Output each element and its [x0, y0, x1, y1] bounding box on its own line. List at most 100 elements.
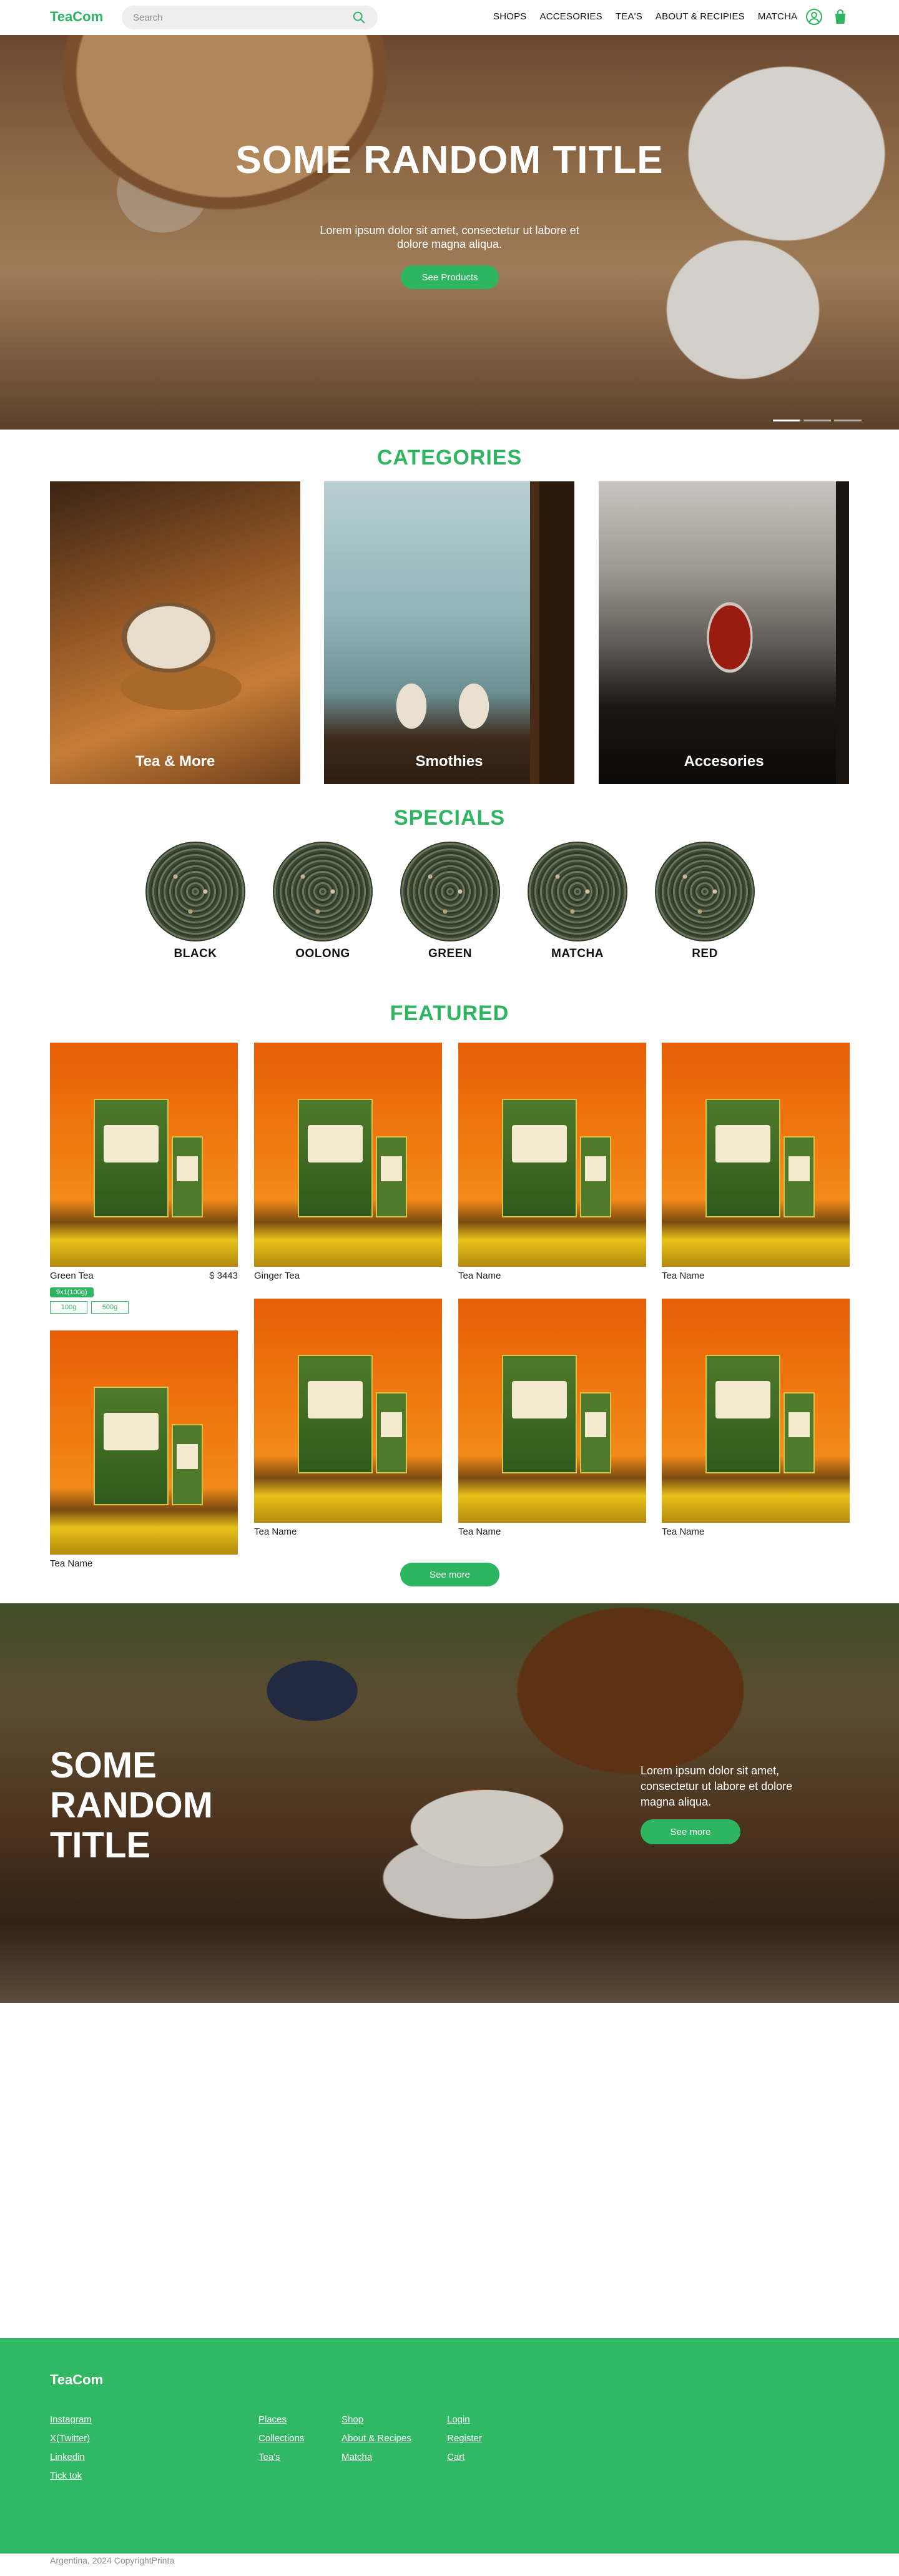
menu-item-matcha[interactable]: MATCHA — [758, 11, 797, 22]
special-item-red[interactable]: RED — [655, 842, 755, 961]
slider-indicators — [773, 420, 862, 421]
size-option-100g[interactable]: 100g — [50, 1301, 87, 1314]
menu-item-shops[interactable]: SHOPS — [493, 11, 527, 22]
product-image[interactable] — [50, 1043, 238, 1267]
hero-banner: SOME RANDOM TITLE Lorem ipsum dolor sit … — [0, 35, 899, 430]
categories-title: CATEGORIES — [376, 446, 523, 469]
special-image — [145, 842, 245, 941]
product-card[interactable]: Tea Name — [254, 1299, 442, 1537]
menu-item-accesories[interactable]: ACCESORIES — [540, 11, 602, 22]
cart-icon[interactable] — [832, 8, 849, 26]
product-name: Tea Name — [458, 1526, 501, 1537]
special-label: GREEN — [428, 947, 473, 960]
product-card[interactable]: Tea Name — [458, 1043, 646, 1281]
product-price: $ 3443 — [209, 1271, 238, 1281]
see-more-button[interactable]: See more — [400, 1563, 499, 1586]
product-name: Tea Name — [50, 1558, 93, 1569]
footer-link-instagram[interactable]: Instagram — [50, 2414, 92, 2425]
product-info: Tea Name — [662, 1526, 850, 1537]
logo[interactable]: TeaCom — [50, 9, 103, 25]
copyright-text: Argentina, 2024 CopyrightPrinta — [50, 2555, 175, 2565]
footer-social-links: Instagram X(Twitter) Linkedin Tick tok — [50, 2414, 92, 2481]
see-products-button[interactable]: See Products — [401, 265, 499, 289]
banner-see-more-button[interactable]: See more — [641, 1819, 740, 1844]
search-icon[interactable] — [351, 10, 366, 25]
product-image[interactable] — [662, 1043, 850, 1267]
product-card[interactable]: Tea Name — [458, 1299, 646, 1537]
product-card[interactable]: Green Tea $ 3443 9x1(100g) 100g 500g — [50, 1043, 238, 1314]
product-name: Tea Name — [662, 1271, 705, 1281]
menu-item-about-recipies[interactable]: ABOUT & RECIPIES — [656, 11, 745, 22]
main-menu: SHOPS ACCESORIES TEA'S ABOUT & RECIPIES … — [493, 11, 810, 22]
product-image[interactable] — [254, 1043, 442, 1267]
special-image — [400, 842, 500, 941]
special-image — [528, 842, 627, 941]
product-info: Tea Name — [458, 1526, 646, 1537]
search-bar — [122, 6, 378, 29]
footer-link-collections[interactable]: Collections — [258, 2433, 304, 2444]
category-card-smothies[interactable]: Smothies — [324, 481, 574, 784]
category-label: Smothies — [415, 753, 483, 770]
product-image[interactable] — [458, 1299, 646, 1523]
category-card-accesories[interactable]: Accesories — [599, 481, 849, 784]
menu-item-teas[interactable]: TEA'S — [616, 11, 642, 22]
special-label: OOLONG — [295, 947, 350, 960]
footer: TeaCom Instagram X(Twitter) Linkedin Tic… — [0, 2338, 899, 2554]
product-card[interactable]: Tea Name — [662, 1043, 850, 1281]
footer-logo[interactable]: TeaCom — [50, 2372, 103, 2388]
hero-subtitle-text: Lorem ipsum dolor sit amet, consectetur … — [320, 224, 579, 250]
product-card[interactable]: Tea Name — [662, 1299, 850, 1537]
special-label: MATCHA — [551, 947, 604, 960]
slider-dot-3[interactable] — [834, 420, 862, 421]
product-image[interactable] — [254, 1299, 442, 1523]
category-card-tea-more[interactable]: Tea & More — [50, 481, 300, 784]
specials-title: SPECIALS — [393, 806, 506, 830]
promo-banner: SOME RANDOM TITLE Lorem ipsum dolor sit … — [0, 1603, 899, 2003]
product-image[interactable] — [50, 1330, 238, 1555]
category-label: Accesories — [684, 753, 764, 770]
product-info: Tea Name — [254, 1526, 442, 1537]
product-info: Tea Name — [458, 1271, 646, 1281]
product-name: Tea Name — [662, 1526, 705, 1537]
product-image[interactable] — [662, 1299, 850, 1523]
special-label: BLACK — [174, 947, 217, 960]
footer-link-twitter[interactable]: X(Twitter) — [50, 2433, 92, 2444]
footer-link-cart[interactable]: Cart — [447, 2452, 482, 2462]
footer-link-matcha[interactable]: Matcha — [341, 2452, 411, 2462]
footer-account-links: Login Register Cart — [447, 2414, 482, 2462]
footer-link-register[interactable]: Register — [447, 2433, 482, 2444]
footer-link-shop[interactable]: Shop — [341, 2414, 411, 2425]
footer-link-teas[interactable]: Tea's — [258, 2452, 304, 2462]
product-info: Green Tea $ 3443 — [50, 1271, 238, 1281]
size-option-500g[interactable]: 500g — [91, 1301, 129, 1314]
product-name: Tea Name — [458, 1271, 501, 1281]
size-options: 100g 500g — [50, 1301, 238, 1314]
special-item-green[interactable]: GREEN — [400, 842, 500, 961]
product-image[interactable] — [458, 1043, 646, 1267]
special-label: RED — [692, 947, 718, 960]
product-card[interactable]: Ginger Tea — [254, 1043, 442, 1281]
product-name: Tea Name — [254, 1526, 297, 1537]
special-item-black[interactable]: BLACK — [145, 842, 245, 961]
product-name: Green Tea — [50, 1271, 94, 1281]
special-image — [273, 842, 373, 941]
top-nav: TeaCom SHOPS ACCESORIES TEA'S ABOUT & RE… — [0, 0, 899, 35]
featured-title: FEATURED — [390, 1001, 509, 1025]
special-item-oolong[interactable]: OOLONG — [273, 842, 373, 961]
product-card[interactable]: Tea Name — [50, 1330, 238, 1569]
search-input[interactable] — [133, 12, 351, 23]
footer-link-places[interactable]: Places — [258, 2414, 304, 2425]
special-item-matcha[interactable]: MATCHA — [528, 842, 627, 961]
footer-link-about-recipes[interactable]: About & Recipes — [341, 2433, 411, 2444]
special-image — [655, 842, 755, 941]
slider-dot-2[interactable] — [803, 420, 831, 421]
footer-link-linkedin[interactable]: Linkedin — [50, 2452, 92, 2462]
nav-icons — [805, 8, 849, 26]
slider-dot-1[interactable] — [773, 420, 800, 421]
user-icon[interactable] — [805, 8, 823, 26]
footer-shop-links: Shop About & Recipes Matcha — [341, 2414, 411, 2462]
banner-title: SOME RANDOM TITLE — [50, 1745, 213, 1866]
footer-link-tiktok[interactable]: Tick tok — [50, 2470, 92, 2481]
footer-link-login[interactable]: Login — [447, 2414, 482, 2425]
footer-nav-links: Places Collections Tea's — [258, 2414, 304, 2462]
